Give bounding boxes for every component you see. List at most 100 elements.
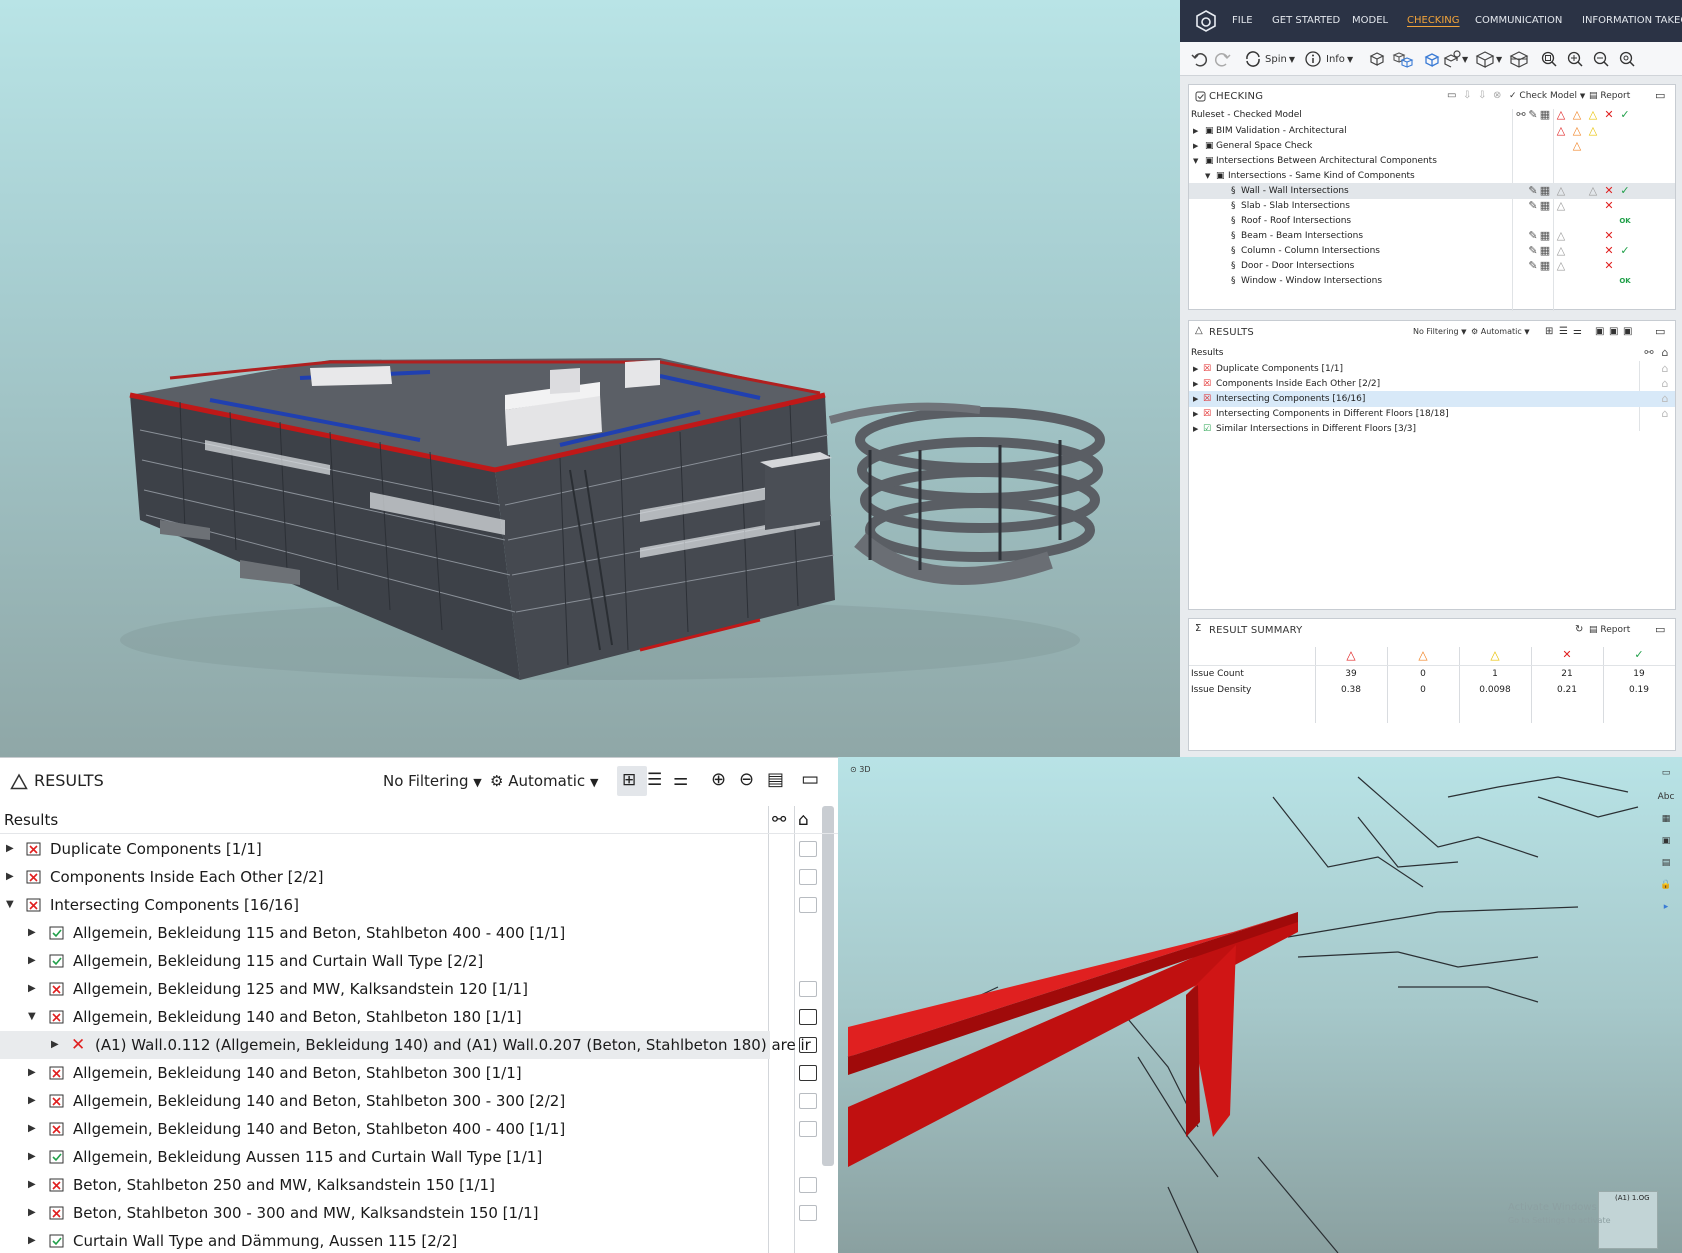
add-slide-icon[interactable]: ▣	[1595, 326, 1604, 337]
menu-model[interactable]: MODEL	[1352, 0, 1388, 42]
expand-arrow-icon[interactable]: ▶	[28, 1087, 36, 1115]
result-row[interactable]: ▼ Allgemein, Bekleidung 140 and Beton, S…	[0, 1003, 817, 1031]
rule-row[interactable]: § Beam - Beam Intersections ✎ ▦ △ ✕	[1189, 228, 1675, 244]
camera-icon[interactable]	[799, 1065, 817, 1081]
expand-arrow-icon[interactable]: ▶	[28, 1059, 36, 1087]
result-row[interactable]: ▶ Curtain Wall Type and Dämmung, Aussen …	[0, 1227, 770, 1253]
result-row[interactable]: ▶ Beton, Stahlbeton 300 - 300 and MW, Ka…	[0, 1199, 817, 1227]
collapse-arrow-icon[interactable]: ▼	[1205, 168, 1210, 184]
expand-arrow-icon[interactable]: ▶	[51, 1031, 59, 1059]
expand-arrow-icon[interactable]: ▶	[1193, 376, 1198, 392]
rule-row[interactable]: ▶ ▣ General Space Check △	[1189, 138, 1675, 154]
image-icon[interactable]: ▣	[1656, 831, 1676, 851]
camera-icon[interactable]	[799, 1205, 817, 1221]
rule-row[interactable]: § Slab - Slab Intersections ✎ ▦ △ ✕	[1189, 198, 1675, 214]
zoom-out-icon[interactable]	[1592, 49, 1610, 69]
summary-report-button[interactable]: ▤ Report	[1589, 625, 1630, 635]
tree-view-icon[interactable]: ⊞	[1545, 326, 1553, 337]
zoom-in-icon[interactable]	[1566, 49, 1584, 69]
result-row[interactable]: ▶ ☒ Components Inside Each Other [2/2] ⌂	[1189, 376, 1675, 392]
rule-row[interactable]: § Door - Door Intersections ✎ ▦ △ ✕	[1189, 258, 1675, 274]
expand-arrow-icon[interactable]: ▶	[28, 1143, 36, 1171]
result-row[interactable]: ▶ Allgemein, Bekleidung Aussen 115 and C…	[0, 1143, 770, 1171]
zoom-fit-icon[interactable]	[1540, 49, 1558, 69]
open-folder-icon[interactable]: ▭	[1447, 90, 1456, 101]
rule-row[interactable]: § Roof - Roof Intersections OK	[1189, 213, 1675, 229]
wrench-icon[interactable]: ✎	[1527, 198, 1539, 214]
expand-arrow-icon[interactable]: ▶	[28, 947, 36, 975]
result-row[interactable]: ▶ Allgemein, Bekleidung 140 and Beton, S…	[0, 1115, 817, 1143]
result-row[interactable]: ▶ ☑ Similar Intersections in Different F…	[1189, 421, 1675, 437]
refresh-icon[interactable]: ↻	[1575, 624, 1583, 635]
wrench-icon[interactable]: ✎	[1527, 258, 1539, 274]
camera-icon[interactable]: ⌂	[1659, 361, 1671, 377]
zoom-extents-icon[interactable]	[1618, 49, 1636, 69]
result-row[interactable]: ▶ Allgemein, Bekleidung 115 and Beton, S…	[0, 919, 770, 947]
expand-arrow-icon[interactable]: ▶	[6, 835, 14, 863]
view-cube-button[interactable]: ▼	[1474, 49, 1502, 69]
main-3d-viewport[interactable]	[0, 0, 1180, 757]
maximize-panel-icon[interactable]: ▭	[1655, 325, 1665, 338]
camera-icon[interactable]	[799, 1037, 817, 1053]
maximize-view-icon[interactable]: ▭	[1656, 763, 1676, 783]
expand-arrow-icon[interactable]: ▶	[28, 975, 36, 1003]
table-icon[interactable]: ▦	[1539, 107, 1551, 123]
filter-dropdown[interactable]: No Filtering ▼	[1413, 327, 1467, 336]
camera-icon[interactable]	[799, 1093, 817, 1109]
multi-components-icon[interactable]	[1392, 49, 1416, 69]
menu-communication[interactable]: COMMUNICATION	[1475, 0, 1562, 42]
result-row[interactable]: ▶ Allgemein, Bekleidung 140 and Beton, S…	[0, 1087, 817, 1115]
result-row[interactable]: ▶ Components Inside Each Other [2/2]	[0, 863, 817, 891]
section-box-icon[interactable]	[1508, 49, 1530, 69]
pointer-icon[interactable]: ▸	[1656, 897, 1676, 917]
menu-get-started[interactable]: GET STARTED	[1272, 0, 1340, 42]
check-model-button[interactable]: ✓ Check Model ▼	[1509, 91, 1585, 101]
rule-row[interactable]: ▼ ▣ Intersections - Same Kind of Compone…	[1189, 168, 1675, 184]
table-icon[interactable]: ▦	[1539, 258, 1551, 274]
table-icon[interactable]: ▦	[1539, 183, 1551, 199]
result-row[interactable]: ▶ ☒ Duplicate Components [1/1] ⌂	[1189, 361, 1675, 377]
expand-arrow-icon[interactable]: ▶	[28, 919, 36, 947]
expand-arrow-icon[interactable]: ▶	[1193, 138, 1198, 154]
grid-icon[interactable]: ▦	[1656, 809, 1676, 829]
camera-icon[interactable]	[799, 981, 817, 997]
camera-icon[interactable]	[799, 841, 817, 857]
maximize-panel-icon[interactable]: ▭	[801, 768, 819, 790]
remove-slide-icon[interactable]: ▣	[1609, 326, 1618, 337]
table-icon[interactable]: ▦	[1539, 198, 1551, 214]
visibility-button[interactable]: ▼	[1442, 49, 1468, 69]
link-icon[interactable]: ⚯	[772, 806, 786, 834]
expand-arrow-icon[interactable]: ▶	[6, 863, 14, 891]
link-icon[interactable]: ⚯	[1643, 345, 1655, 361]
rule-row[interactable]: ▼ ▣ Intersections Between Architectural …	[1189, 153, 1675, 169]
link-icon[interactable]: ⚯	[1515, 107, 1527, 123]
collapse-arrow-icon[interactable]: ▼	[28, 1003, 36, 1031]
wrench-icon[interactable]: ✎	[1527, 107, 1539, 123]
camera-icon[interactable]: ⌂	[1659, 406, 1671, 422]
maximize-panel-icon[interactable]: ▭	[1655, 623, 1665, 636]
camera-icon[interactable]: ⌂	[798, 806, 809, 834]
result-issue-row[interactable]: ▶ ✕ (A1) Wall.0.112 (Allgemein, Bekleidu…	[0, 1031, 817, 1059]
wrench-icon[interactable]: ✎	[1527, 228, 1539, 244]
camera-icon[interactable]: ⌂	[1659, 376, 1671, 392]
collapse-arrow-icon[interactable]: ▼	[6, 891, 14, 919]
result-row[interactable]: ▶ ☒ Intersecting Components in Different…	[1189, 406, 1675, 422]
expand-arrow-icon[interactable]: ▶	[28, 1199, 36, 1227]
camera-icon[interactable]	[799, 1121, 817, 1137]
camera-icon[interactable]	[799, 897, 817, 913]
components-icon[interactable]	[1368, 49, 1390, 69]
grouping-icon[interactable]: ⚌	[673, 770, 688, 790]
tree-view-icon[interactable]: ⊞	[622, 770, 636, 790]
expand-arrow-icon[interactable]: ▶	[28, 1171, 36, 1199]
wrench-icon[interactable]: ✎	[1527, 183, 1539, 199]
menu-information-takeoff[interactable]: INFORMATION TAKEO	[1582, 0, 1682, 42]
mode-dropdown[interactable]: ⚙ Automatic ▼	[490, 772, 598, 790]
camera-icon[interactable]	[799, 869, 817, 885]
remove-slide-icon[interactable]: ⊖	[739, 769, 754, 790]
export-icon[interactable]: ⇩	[1478, 90, 1486, 101]
list-view-icon[interactable]: ☰	[647, 770, 662, 790]
pdf-icon[interactable]: ▤	[1656, 853, 1676, 873]
result-row[interactable]: ▼ Intersecting Components [16/16]	[0, 891, 817, 919]
expand-arrow-icon[interactable]: ▶	[1193, 421, 1198, 437]
app-logo-icon[interactable]	[1194, 9, 1218, 33]
